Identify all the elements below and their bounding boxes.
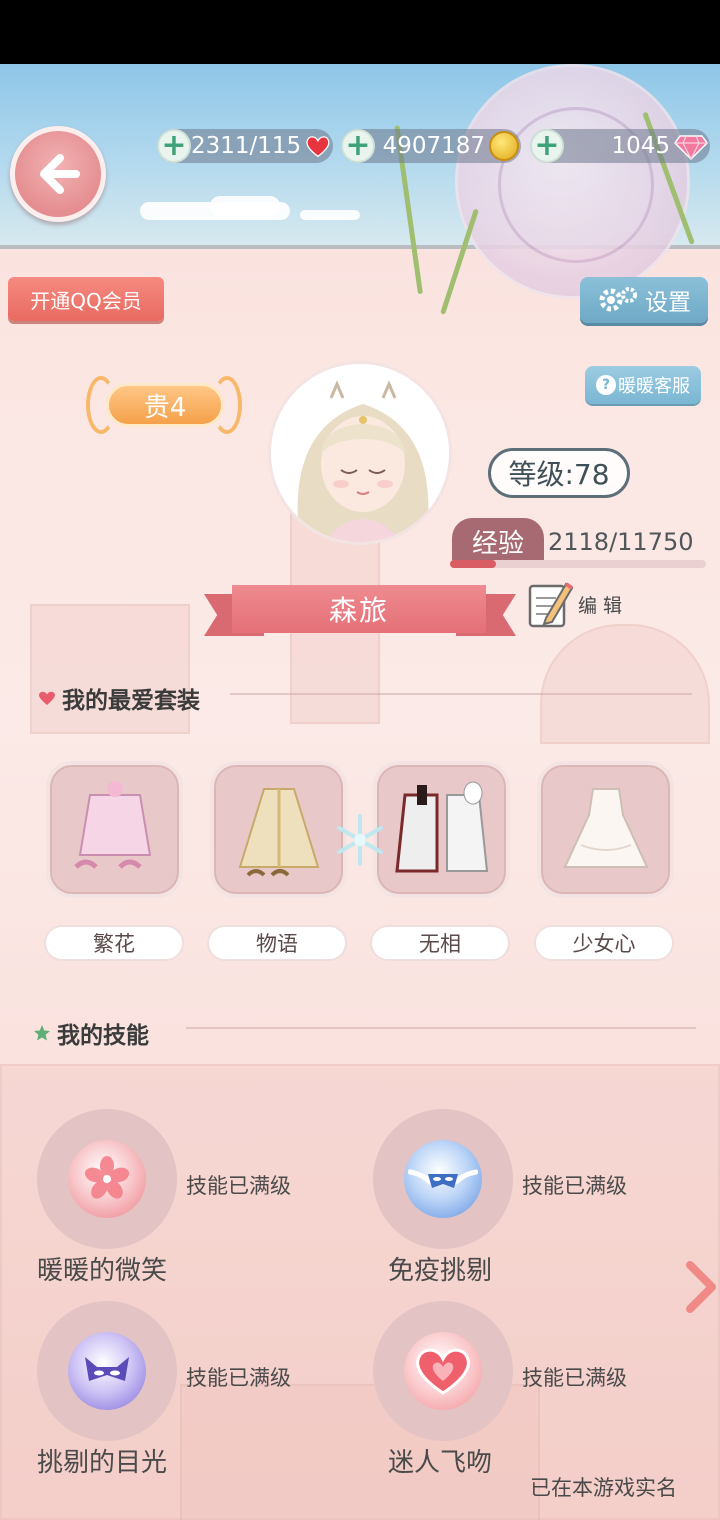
skills-header: 我的技能 — [33, 1016, 149, 1050]
add-stamina-button[interactable]: + — [157, 129, 191, 163]
skill-warm-smile[interactable] — [37, 1109, 177, 1249]
back-button[interactable] — [10, 126, 106, 222]
stamina-counter: + 2311/115 — [157, 129, 333, 163]
player-name: 森旅 — [232, 585, 486, 633]
skill-name: 免疫挑剔 — [388, 1256, 493, 1286]
outfit-card-wuyu[interactable] — [210, 761, 347, 898]
divider — [230, 693, 692, 695]
skill-status: 技能已满级 — [186, 1174, 291, 1198]
customer-service-button[interactable]: ? 暖暖客服 — [585, 366, 701, 404]
diamond-counter: + 1045 — [530, 129, 710, 163]
status-bar — [0, 0, 720, 64]
sakura-icon — [68, 1140, 146, 1218]
outfit-thumbnail — [73, 780, 151, 869]
skill-immune-picky[interactable] — [373, 1109, 513, 1249]
gear-icon — [599, 287, 637, 312]
magic-orb-decoration — [455, 64, 690, 299]
heart-bullet-icon — [39, 691, 55, 705]
outfit-card-fanhua[interactable] — [46, 761, 183, 898]
outfit-label-wuyu[interactable]: 物语 — [207, 925, 347, 961]
exp-progress-fill — [450, 560, 497, 568]
settings-label: 设置 — [645, 290, 691, 316]
snowflake-icon — [337, 814, 383, 866]
qq-member-button[interactable]: 开通QQ会员 — [8, 277, 164, 321]
diamond-value: 1045 — [611, 133, 670, 159]
heart-icon — [306, 136, 330, 158]
realname-note: 已在本游戏实名 — [530, 1476, 677, 1500]
exp-label: 经验 — [452, 518, 544, 564]
outfit-label-shaonvxin[interactable]: 少女心 — [534, 925, 674, 961]
gold-counter: + 4907187 — [341, 129, 521, 163]
profile-screen: + 2311/115 + 4907187 + 1045 开通QQ会员 设置 ? … — [0, 64, 720, 1520]
skill-status: 技能已满级 — [522, 1174, 627, 1198]
outfit-label-wuxiang[interactable]: 无相 — [370, 925, 510, 961]
star-bullet-icon — [34, 1025, 50, 1041]
exp-value: 2118/11750 — [548, 528, 694, 556]
skill-status: 技能已满级 — [522, 1366, 627, 1390]
vip-badge[interactable]: 贵4 — [106, 383, 224, 427]
building-silhouette — [540, 624, 710, 744]
skill-picky-gaze[interactable] — [37, 1301, 177, 1441]
plus-icon: + — [161, 128, 187, 163]
diamond-icon — [674, 135, 708, 160]
plus-icon: + — [534, 128, 560, 163]
exp-progress-bar — [450, 560, 706, 568]
customer-service-label: 暖暖客服 — [618, 376, 690, 397]
outfit-thumbnail — [562, 787, 649, 868]
outfit-thumbnail — [238, 787, 319, 876]
skill-name: 暖暖的微笑 — [37, 1256, 168, 1286]
gold-coin-icon — [489, 131, 519, 161]
cat-mask-icon — [68, 1332, 146, 1410]
settings-button[interactable]: 设置 — [580, 277, 708, 323]
chevron-right-icon[interactable] — [680, 1259, 720, 1315]
skill-name: 挑剔的目光 — [37, 1448, 168, 1478]
outfit-label-fanhua[interactable]: 繁花 — [44, 925, 184, 961]
skill-name: 迷人飞吻 — [388, 1448, 493, 1478]
pencil-notepad-icon — [528, 582, 574, 628]
heart-icon — [404, 1332, 482, 1410]
character-portrait — [271, 364, 449, 542]
question-icon: ? — [596, 375, 616, 395]
skill-charming-kiss[interactable] — [373, 1301, 513, 1441]
skills-title: 我的技能 — [57, 1023, 149, 1049]
divider — [186, 1027, 696, 1029]
edit-name-button[interactable]: 编 辑 — [526, 578, 622, 630]
gold-value: 4907187 — [382, 133, 485, 159]
level-display: 等级:78 — [488, 448, 630, 498]
edit-label: 编 辑 — [578, 594, 623, 617]
add-gold-button[interactable]: + — [341, 129, 375, 163]
plus-icon: + — [345, 128, 371, 163]
winged-mask-icon — [404, 1140, 482, 1218]
stamina-value: 2311/115 — [191, 133, 302, 159]
avatar[interactable] — [268, 361, 452, 545]
outfit-card-shaonvxin[interactable] — [537, 761, 674, 898]
outfit-card-wuxiang[interactable] — [373, 761, 510, 898]
skill-status: 技能已满级 — [186, 1366, 291, 1390]
favorites-title: 我的最爱套装 — [62, 688, 200, 714]
add-diamond-button[interactable]: + — [530, 129, 564, 163]
favorites-header: 我的最爱套装 — [38, 681, 200, 715]
outfit-thumbnail — [394, 781, 488, 872]
arrow-left-icon — [40, 154, 80, 194]
